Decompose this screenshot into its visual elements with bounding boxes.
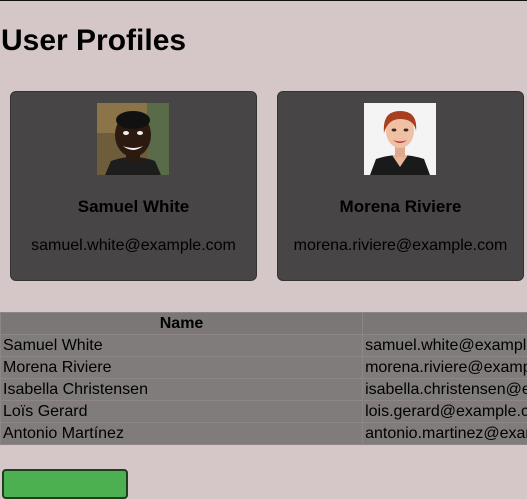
cell-email: antonio.martinez@example.com xyxy=(363,423,527,445)
table-row: Morena Riviere morena.riviere@example.co… xyxy=(1,357,527,379)
cell-name: Isabella Christensen xyxy=(1,379,363,401)
cell-email: samuel.white@example.com xyxy=(363,335,527,357)
cell-email: lois.gerard@example.com xyxy=(363,401,527,423)
profile-card: Samuel White samuel.white@example.com xyxy=(10,91,257,281)
profile-name: Samuel White xyxy=(11,197,256,217)
profile-name: Morena Riviere xyxy=(278,197,523,217)
cell-name: Antonio Martínez xyxy=(1,423,363,445)
cell-name: Samuel White xyxy=(1,335,363,357)
column-header-name: Name xyxy=(1,313,363,335)
profile-email: samuel.white@example.com xyxy=(11,237,256,255)
add-user-button[interactable] xyxy=(2,469,128,499)
profile-email: morena.riviere@example.com xyxy=(278,237,523,255)
table-row: Loïs Gerard lois.gerard@example.com xyxy=(1,401,527,423)
cell-name: Loïs Gerard xyxy=(1,401,363,423)
profile-card: Morena Riviere morena.riviere@example.co… xyxy=(277,91,524,281)
cell-email: isabella.christensen@example.com xyxy=(363,379,527,401)
table-row: Samuel White samuel.white@example.com xyxy=(1,335,527,357)
avatar xyxy=(364,103,436,175)
profiles-table: Name Samuel White samuel.white@example.c… xyxy=(0,312,527,445)
table-row: Antonio Martínez antonio.martinez@exampl… xyxy=(1,423,527,445)
page-title: User Profiles xyxy=(1,23,186,59)
column-header-email xyxy=(363,313,527,335)
top-border xyxy=(0,0,527,1)
person-photo-icon xyxy=(364,103,436,175)
avatar xyxy=(97,103,169,175)
cell-email: morena.riviere@example.com xyxy=(363,357,527,379)
table-row: Isabella Christensen isabella.christense… xyxy=(1,379,527,401)
person-photo-icon xyxy=(97,103,169,175)
table-header-row: Name xyxy=(1,313,527,335)
cell-name: Morena Riviere xyxy=(1,357,363,379)
